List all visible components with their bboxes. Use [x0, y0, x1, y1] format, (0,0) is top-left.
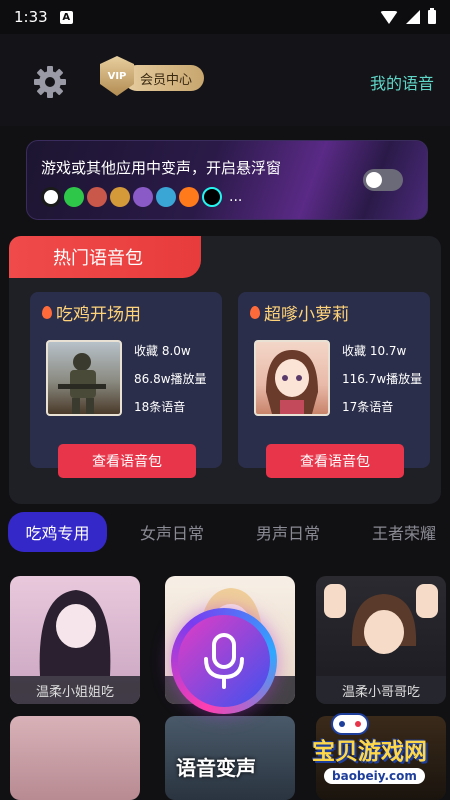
voice-pack-plays: 86.8w播放量: [134, 372, 207, 386]
status-icons: [380, 8, 436, 24]
more-apps-ellipsis: ...: [229, 189, 243, 205]
float-window-title: 游戏或其他应用中变声，开启悬浮窗: [41, 159, 282, 177]
voice-card-image: [39, 590, 111, 676]
top-bar: VIP 会员中心 我的语音: [0, 34, 450, 126]
voice-pack-title: 超嗲小萝莉: [250, 300, 349, 325]
voice-pack-name: 吃鸡开场用: [56, 305, 141, 325]
voice-card[interactable]: [10, 716, 140, 800]
notification-icon: A: [59, 10, 73, 24]
voice-pack-card[interactable]: 吃鸡开场用 收藏 8.0w 86.8w播放量 18条语音 查看语音包: [30, 292, 222, 478]
vip-center-button[interactable]: VIP 会员中心: [100, 56, 205, 96]
wechat-icon: [64, 187, 84, 207]
game-icon-1: [87, 187, 107, 207]
voice-card-label: 温柔小姐姐吃: [10, 676, 140, 704]
game-icon-2: [110, 187, 130, 207]
kuaishou-icon: [179, 187, 199, 207]
voice-card-label: 温柔小哥哥吃: [316, 676, 446, 704]
tab-honor-of-kings[interactable]: 王者荣耀: [358, 512, 450, 552]
hot-voice-packs: 热门语音包 吃鸡开场用 收藏 8.0w 86.8w播放量 18条语音 查看语音包…: [9, 236, 441, 504]
game-icon-4: [156, 187, 176, 207]
signal-icon: [406, 10, 420, 24]
voice-pack-favorites: 收藏 10.7w: [342, 344, 407, 358]
voice-pack-name: 超嗲小萝莉: [264, 305, 349, 325]
tab-chiji[interactable]: 吃鸡专用: [8, 512, 107, 552]
site-watermark: 宝贝游戏网 baobeiy.com: [300, 708, 450, 800]
voice-pack-count: 18条语音: [134, 400, 186, 414]
vip-badge-icon: VIP: [100, 56, 134, 96]
tab-male-daily[interactable]: 男声日常: [242, 512, 334, 552]
float-window-toggle[interactable]: [363, 169, 403, 191]
gear-icon[interactable]: [32, 64, 68, 100]
tab-female-daily[interactable]: 女声日常: [126, 512, 218, 552]
voice-change-button-inner: [178, 615, 270, 707]
wifi-icon: [380, 10, 398, 24]
qq-icon: [41, 187, 61, 207]
view-voice-pack-button[interactable]: 查看语音包: [266, 444, 404, 478]
voice-change-label: 语音变声: [176, 756, 256, 780]
voice-card-image: [324, 584, 438, 654]
anime-girl-image: [266, 350, 318, 414]
voice-pack-plays: 116.7w播放量: [342, 372, 423, 386]
watermark-text: 宝贝游戏网: [312, 739, 427, 765]
hot-section-title: 热门语音包: [9, 236, 201, 278]
view-voice-pack-button[interactable]: 查看语音包: [58, 444, 196, 478]
category-tabs: 吃鸡专用 女声日常 男声日常 王者荣耀: [0, 512, 450, 556]
voice-card[interactable]: 温柔小哥哥吃: [316, 576, 446, 704]
float-window-banner: 游戏或其他应用中变声，开启悬浮窗 ...: [26, 140, 428, 220]
battery-icon: [428, 8, 436, 24]
tiktok-icon: [202, 187, 222, 207]
voice-pack-count: 17条语音: [342, 400, 394, 414]
my-voice-link[interactable]: 我的语音: [370, 70, 434, 94]
toggle-knob: [366, 172, 382, 188]
vip-center-label: 会员中心: [124, 65, 205, 91]
status-bar: 1:33 A: [0, 0, 450, 34]
voice-change-button[interactable]: [171, 608, 277, 714]
voice-pack-title: 吃鸡开场用: [42, 300, 141, 325]
voice-pack-card[interactable]: 超嗲小萝莉 收藏 10.7w 116.7w播放量 17条语音 查看语音包: [238, 292, 430, 478]
voice-pack-favorites: 收藏 8.0w: [134, 344, 191, 358]
game-icon-3: [133, 187, 153, 207]
watermark-url: baobeiy.com: [324, 768, 425, 784]
supported-apps: ...: [41, 187, 242, 207]
soldier-image: [58, 353, 106, 414]
voice-pack-cover: [254, 340, 330, 416]
flame-icon: [42, 306, 52, 319]
flame-icon: [250, 306, 260, 319]
voice-pack-cover: [46, 340, 122, 416]
status-time: 1:33: [14, 8, 48, 26]
microphone-icon: [204, 633, 244, 689]
voice-card[interactable]: 温柔小姐姐吃: [10, 576, 140, 704]
